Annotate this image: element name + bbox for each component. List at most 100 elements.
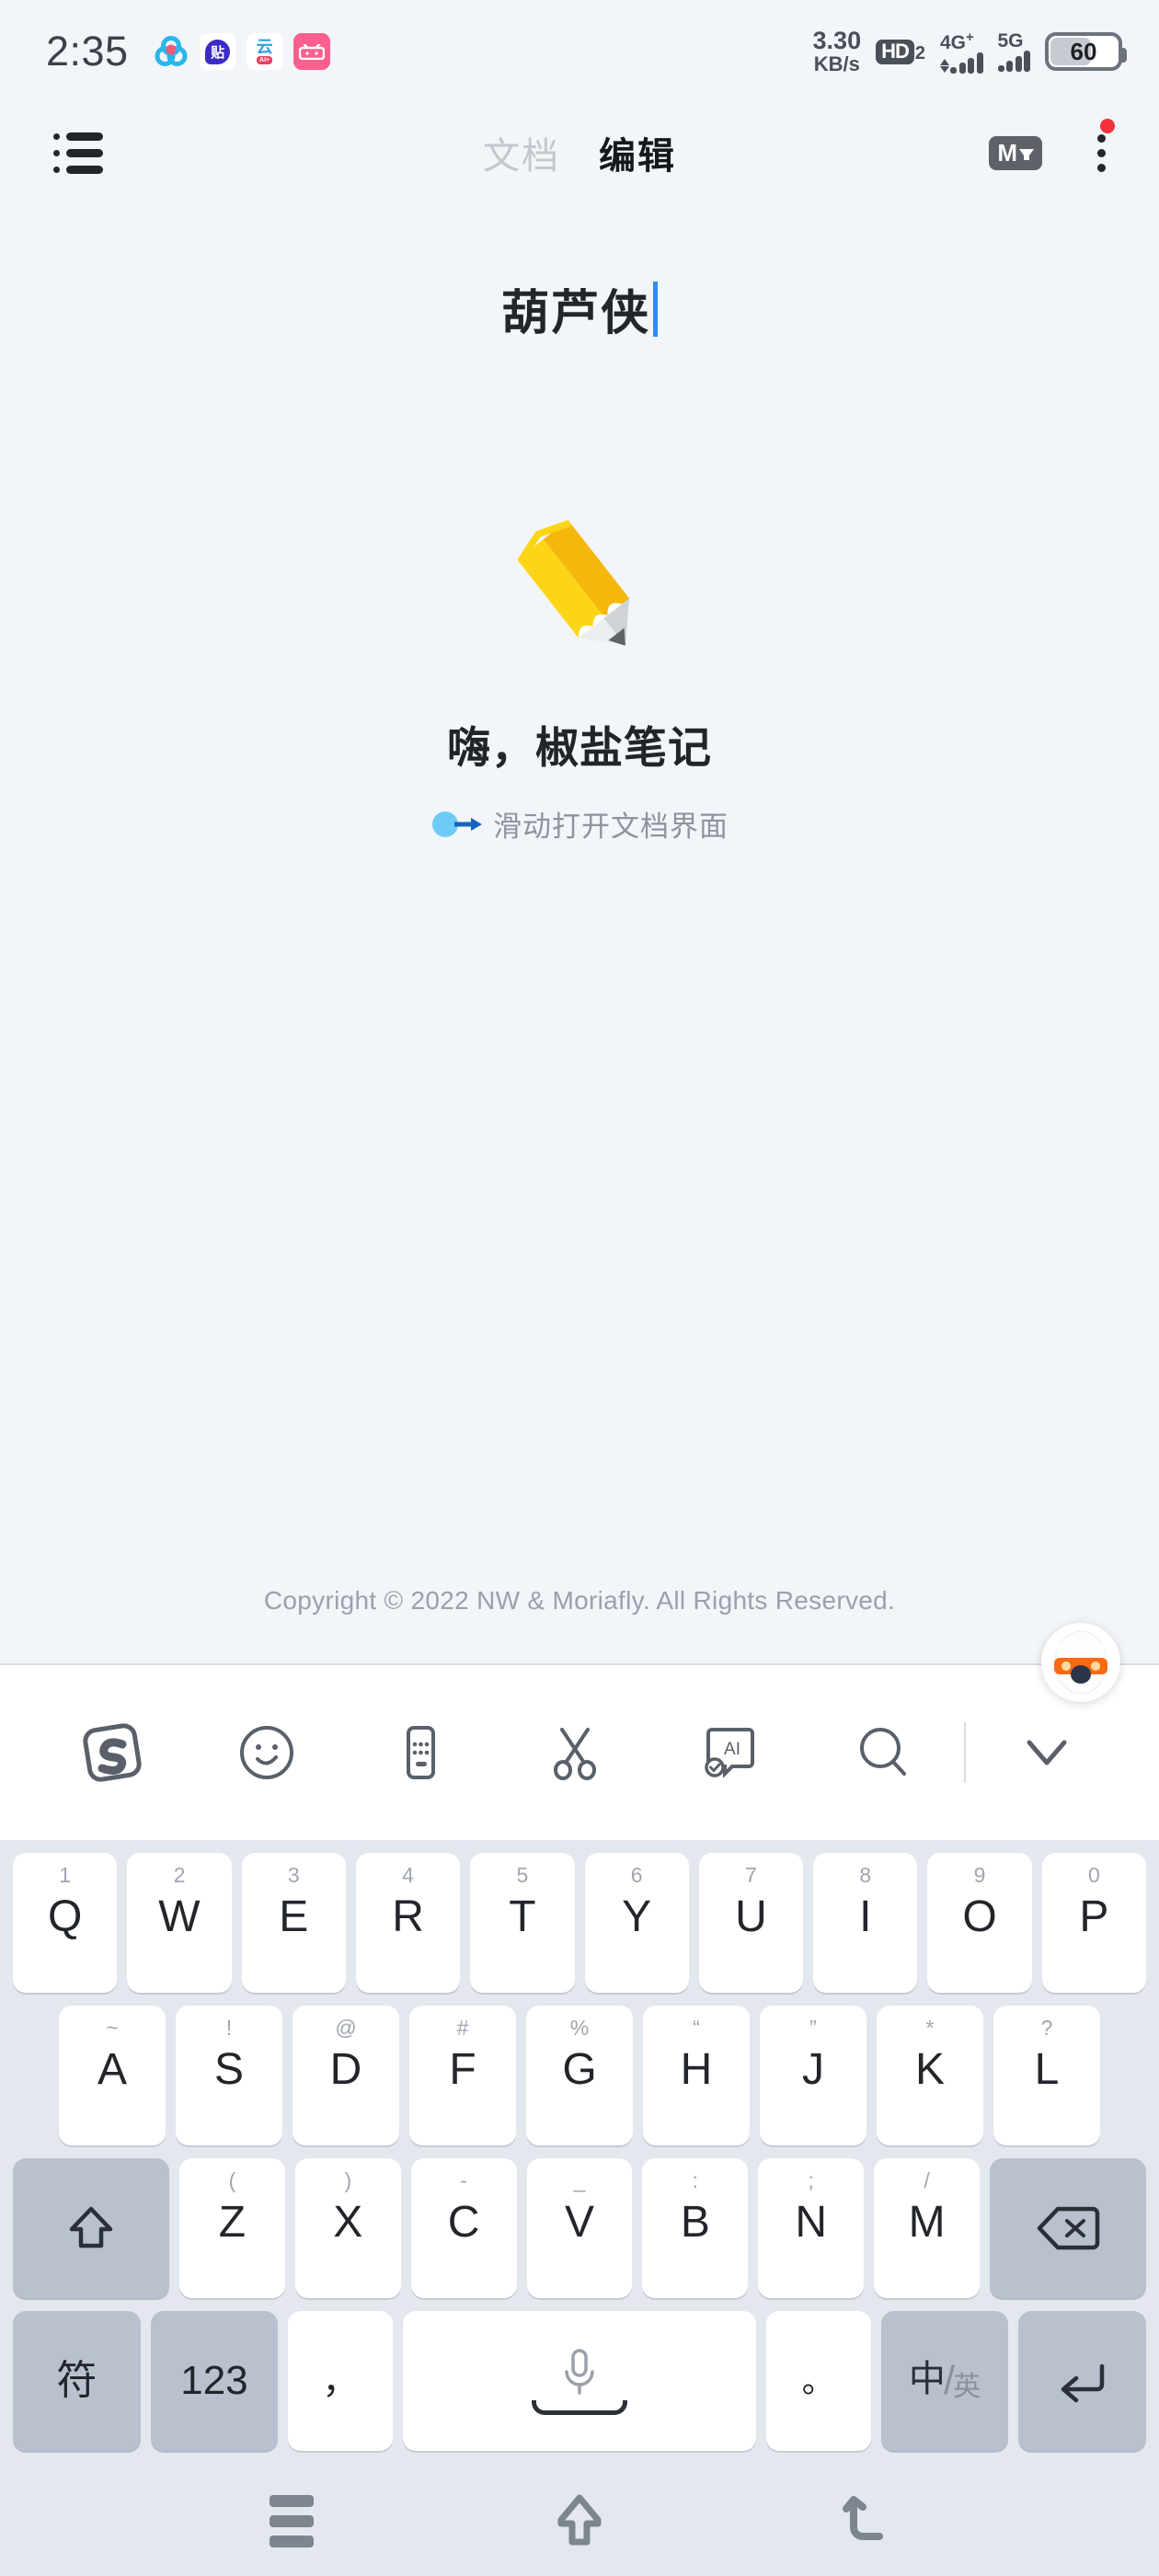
keyboard-row-3: (Z ) X -C _ V :B ; N / M — [7, 2158, 1152, 2298]
backspace-icon — [1037, 2206, 1100, 2250]
space-bar-glyph — [532, 2400, 627, 2415]
battery-icon: 60 — [1045, 32, 1127, 71]
key-s[interactable]: ! S — [176, 2006, 282, 2145]
keyboard-settings-icon[interactable] — [343, 1722, 498, 1783]
toolbar-divider — [964, 1722, 967, 1783]
keyboard-row-4: 符 123 ， 。 中 / 英 — [7, 2311, 1152, 2451]
pencil-emoji — [492, 507, 667, 668]
key-w[interactable]: 2W — [127, 1853, 232, 1993]
key-label: D — [329, 2045, 362, 2094]
key-q[interactable]: 1Q — [13, 1853, 118, 1993]
text-cursor — [653, 281, 658, 337]
search-icon[interactable] — [807, 1722, 961, 1783]
sim2-signal-icon: 5G — [997, 31, 1030, 72]
key-label: 符 — [56, 2358, 98, 2403]
recents-button[interactable] — [241, 2484, 342, 2558]
overflow-menu-button[interactable] — [1088, 118, 1115, 182]
key-sup: 3 — [287, 1863, 300, 1887]
key-d[interactable]: @ D — [293, 2006, 399, 2145]
space-key-inner — [532, 2347, 627, 2415]
swipe-hint-text: 滑动打开文档界面 — [493, 811, 729, 843]
key-j[interactable]: ” J — [760, 2006, 866, 2145]
back-button[interactable] — [817, 2484, 918, 2558]
lang-zh-label: 中 — [908, 2359, 946, 2399]
key-h[interactable]: “H — [643, 2006, 750, 2145]
key-u[interactable]: 7U — [698, 1853, 804, 1993]
copyright-text: Copyright © 2022 NW & Moriafly. All Righ… — [263, 1586, 896, 1615]
language-toggle-key[interactable]: 中 / 英 — [880, 2311, 1009, 2451]
key-m[interactable]: / M — [874, 2158, 980, 2298]
comma-key[interactable]: ， — [288, 2311, 394, 2451]
key-n[interactable]: ; N — [758, 2158, 865, 2298]
key-y[interactable]: 6Y — [584, 1853, 689, 1993]
markdown-badge-icon[interactable]: M — [989, 135, 1042, 170]
key-sup: * — [925, 2016, 935, 2040]
key-i[interactable]: 8I — [813, 1853, 918, 1993]
app-header: 文档 编辑 M — [0, 103, 1159, 202]
status-bar: 2:35 贴 云 AI+ 3.30 KB/s HD 2 4G+ 5G 60 — [0, 0, 1159, 103]
markdown-down-arrow — [1019, 148, 1034, 160]
key-sup: : — [692, 2168, 699, 2192]
list-icon-row — [53, 132, 103, 141]
key-b[interactable]: :B — [642, 2158, 749, 2298]
scissors-icon[interactable] — [498, 1722, 652, 1783]
key-label: I — [859, 1892, 872, 1941]
key-x[interactable]: ) X — [294, 2158, 401, 2298]
key-sup: ~ — [106, 2016, 119, 2040]
hd-voice-icon: HD 2 — [876, 39, 925, 64]
tab-edit[interactable]: 编辑 — [599, 126, 676, 179]
collapse-keyboard-icon[interactable] — [970, 1730, 1124, 1776]
tab-document[interactable]: 文档 — [483, 126, 560, 179]
shift-key[interactable] — [13, 2158, 169, 2298]
key-label: W — [158, 1892, 201, 1941]
key-r[interactable]: 4R — [355, 1853, 461, 1993]
network-speed-unit: KB/s — [813, 52, 860, 75]
key-e[interactable]: 3E — [241, 1853, 346, 1993]
key-l[interactable]: ? L — [993, 2006, 1100, 2145]
period-key[interactable]: 。 — [765, 2311, 871, 2451]
markdown-badge-label: M — [997, 138, 1017, 167]
key-label: Y — [622, 1892, 652, 1941]
backspace-key[interactable] — [990, 2158, 1146, 2298]
key-p[interactable]: 0P — [1041, 1853, 1146, 1993]
numbers-key[interactable]: 123 — [150, 2311, 279, 2451]
key-a[interactable]: ~ A — [59, 2006, 166, 2145]
ai-card-icon[interactable]: AI — [652, 1722, 807, 1783]
microphone-icon — [565, 2349, 594, 2395]
key-sup: 7 — [745, 1863, 757, 1887]
document-title-input[interactable]: 葫芦侠 — [501, 274, 658, 343]
key-k[interactable]: * K — [877, 2006, 983, 2145]
key-sup: # — [456, 2016, 469, 2040]
keyboard-row-2: ~ A ! S @ D # F % G “H ” J * K ? L — [7, 2006, 1152, 2145]
key-v[interactable]: _ V — [526, 2158, 633, 2298]
document-title-area: 葫芦侠 — [0, 202, 1159, 343]
enter-key[interactable] — [1018, 2311, 1146, 2451]
status-bar-left: 2:35 贴 云 AI+ — [46, 28, 330, 75]
key-label: R — [392, 1892, 424, 1941]
language-toggle-inner: 中 / 英 — [909, 2361, 981, 2401]
key-sup: 0 — [1087, 1863, 1100, 1887]
key-sup: 9 — [973, 1863, 986, 1887]
sogou-fox-mascot[interactable] — [1041, 1623, 1120, 1702]
key-c[interactable]: -C — [410, 2158, 517, 2298]
greeting-text: 嗨，椒盐笔记 — [447, 723, 712, 772]
key-label: A — [97, 2045, 127, 2094]
home-button[interactable] — [529, 2484, 630, 2558]
key-sup: “ — [693, 2016, 700, 2040]
emoji-icon[interactable] — [189, 1722, 344, 1783]
document-list-icon[interactable] — [53, 132, 103, 174]
key-f[interactable]: # F — [409, 2006, 516, 2145]
space-key[interactable] — [403, 2311, 756, 2451]
key-z[interactable]: (Z — [178, 2158, 285, 2298]
key-label: K — [914, 2045, 945, 2094]
sim1-network-label: 4G+ — [940, 29, 974, 53]
symbols-key[interactable]: 符 — [13, 2311, 141, 2451]
key-g[interactable]: % G — [526, 2006, 633, 2145]
key-t[interactable]: 5T — [470, 1853, 575, 1993]
phone-screen: 2:35 贴 云 AI+ 3.30 KB/s HD 2 4G+ 5G 60 文档… — [0, 0, 1159, 2576]
document-title-text: 葫芦侠 — [500, 287, 650, 340]
key-sup: ? — [1040, 2016, 1053, 2040]
sogou-logo-icon[interactable] — [35, 1719, 189, 1787]
key-o[interactable]: 9O — [927, 1853, 1032, 1993]
key-label: H — [680, 2045, 713, 2094]
